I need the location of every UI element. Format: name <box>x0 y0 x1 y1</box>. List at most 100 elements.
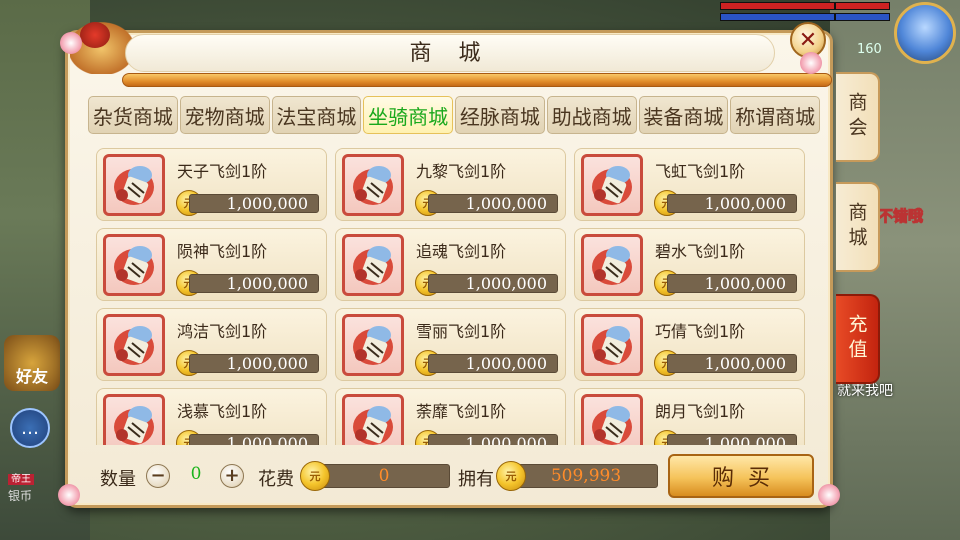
player-avatar[interactable] <box>894 2 956 64</box>
flower-ornament <box>58 484 80 506</box>
cost-label: 花费 <box>258 469 294 490</box>
item-price: 1,000,000 <box>667 434 797 445</box>
item-name: 鸿洁飞剑1阶 <box>177 322 268 341</box>
item-price: 1,000,000 <box>189 354 319 373</box>
item-price: 1,000,000 <box>428 354 558 373</box>
shop-item-card[interactable]: 巧倩飞剑1阶 元 1,000,000 <box>574 308 805 381</box>
chat-icon[interactable]: … <box>10 408 50 448</box>
player-status-bars <box>835 2 890 24</box>
item-name: 朗月飞剑1阶 <box>655 402 746 421</box>
shop-item-card[interactable]: 鸿洁飞剑1阶 元 1,000,000 <box>96 308 327 381</box>
item-price: 1,000,000 <box>189 274 319 293</box>
tab-category[interactable]: 法宝商城 <box>271 96 362 134</box>
flying-sword-icon <box>353 326 393 365</box>
purchase-bar: 数量 − 0 + 花费 0 元 拥有 509,993 元 购买 <box>96 452 820 502</box>
page-title: 商 城 <box>409 41 491 66</box>
item-icon-frame <box>581 314 643 376</box>
item-name: 九黎飞剑1阶 <box>416 162 507 181</box>
quantity-label: 数量 <box>100 469 136 490</box>
tab-category[interactable]: 助战商城 <box>546 96 637 134</box>
item-grid-scroll[interactable]: 天子飞剑1阶 元 1,000,000 九黎飞剑1阶 元 1,000,000 飞虹… <box>96 148 818 445</box>
item-name: 浅慕飞剑1阶 <box>177 402 268 421</box>
tab-mall[interactable]: 商城 <box>836 182 880 272</box>
quantity-value[interactable]: 0 <box>166 464 226 484</box>
item-name: 雪丽飞剑1阶 <box>416 322 507 341</box>
item-name: 天子飞剑1阶 <box>177 162 268 181</box>
coin-icon: 元 <box>496 461 526 491</box>
currency-tag: 帝王 <box>8 474 34 485</box>
friend-button[interactable]: 好友 <box>4 335 60 391</box>
flying-sword-icon <box>592 246 632 285</box>
item-name: 荼靡飞剑1阶 <box>416 402 507 421</box>
shop-item-card[interactable]: 飞虹飞剑1阶 元 1,000,000 <box>574 148 805 221</box>
flying-sword-icon <box>114 246 154 285</box>
player-hp-bar <box>835 2 890 10</box>
flower-ornament <box>818 484 840 506</box>
item-price: 1,000,000 <box>189 194 319 213</box>
item-price: 1,000,000 <box>667 354 797 373</box>
shop-item-card[interactable]: 荼靡飞剑1阶 元 1,000,000 <box>335 388 566 445</box>
item-price: 1,000,000 <box>667 274 797 293</box>
item-icon-frame <box>103 234 165 296</box>
tab-category[interactable]: 坐骑商城 <box>363 96 453 134</box>
flying-sword-icon <box>353 246 393 285</box>
tab-category[interactable]: 装备商城 <box>638 96 729 134</box>
target-status-bars <box>720 2 835 24</box>
flower-ornament <box>800 52 822 74</box>
category-tabs: 杂货商城 宠物商城 法宝商城 坐骑商城 经脉商城 助战商城 装备商城 称谓商城 <box>88 96 820 134</box>
flying-sword-icon <box>592 326 632 365</box>
side-ad-text: 不错哦 <box>877 207 924 226</box>
flying-sword-icon <box>114 326 154 365</box>
item-icon-frame <box>581 234 643 296</box>
item-icon-frame <box>103 314 165 376</box>
shop-item-card[interactable]: 碧水飞剑1阶 元 1,000,000 <box>574 228 805 301</box>
shop-item-card[interactable]: 陨神飞剑1阶 元 1,000,000 <box>96 228 327 301</box>
item-icon-frame <box>581 154 643 216</box>
shop-item-card[interactable]: 天子飞剑1阶 元 1,000,000 <box>96 148 327 221</box>
close-icon: ✕ <box>798 27 818 53</box>
plus-button[interactable]: + <box>220 464 244 488</box>
shop-item-card[interactable]: 浅慕飞剑1阶 元 1,000,000 <box>96 388 327 445</box>
shop-item-card[interactable]: 雪丽飞剑1阶 元 1,000,000 <box>335 308 566 381</box>
item-grid: 天子飞剑1阶 元 1,000,000 九黎飞剑1阶 元 1,000,000 飞虹… <box>96 148 818 445</box>
own-label: 拥有 <box>458 469 494 490</box>
tab-category[interactable]: 称谓商城 <box>730 96 820 134</box>
shop-item-card[interactable]: 朗月飞剑1阶 元 1,000,000 <box>574 388 805 445</box>
tab-guild[interactable]: 商会 <box>836 72 880 162</box>
shop-item-card[interactable]: 追魂飞剑1阶 元 1,000,000 <box>335 228 566 301</box>
cost-value: 0 <box>318 464 450 488</box>
flower-ornament <box>60 32 82 54</box>
mp-bar <box>720 13 835 21</box>
player-mp-bar <box>835 13 890 21</box>
tab-category[interactable]: 杂货商城 <box>88 96 178 134</box>
title-scroll-ornament <box>122 73 832 87</box>
item-name: 飞虹飞剑1阶 <box>655 162 746 181</box>
flying-sword-icon <box>353 166 393 205</box>
tab-category[interactable]: 宠物商城 <box>179 96 270 134</box>
item-icon-frame <box>342 394 404 445</box>
item-name: 追魂飞剑1阶 <box>416 242 507 261</box>
shop-item-card[interactable]: 九黎飞剑1阶 元 1,000,000 <box>335 148 566 221</box>
flying-sword-icon <box>353 406 393 445</box>
item-icon-frame <box>103 394 165 445</box>
item-name: 巧倩飞剑1阶 <box>655 322 746 341</box>
player-level: 160 <box>857 42 882 57</box>
item-price: 1,000,000 <box>428 194 558 213</box>
item-name: 陨神飞剑1阶 <box>177 242 268 261</box>
item-price: 1,000,000 <box>428 434 558 445</box>
item-name: 碧水飞剑1阶 <box>655 242 746 261</box>
flying-sword-icon <box>114 406 154 445</box>
buy-button[interactable]: 购买 <box>668 454 814 498</box>
item-price: 1,000,000 <box>667 194 797 213</box>
tab-category[interactable]: 经脉商城 <box>455 96 545 134</box>
currency-label: 银币 <box>8 489 33 503</box>
tab-recharge[interactable]: 充值 <box>836 294 880 384</box>
flying-sword-icon <box>592 166 632 205</box>
item-icon-frame <box>581 394 643 445</box>
flying-sword-icon <box>114 166 154 205</box>
item-price: 1,000,000 <box>189 434 319 445</box>
item-icon-frame <box>342 314 404 376</box>
item-icon-frame <box>342 154 404 216</box>
flying-sword-icon <box>592 406 632 445</box>
item-icon-frame <box>342 234 404 296</box>
